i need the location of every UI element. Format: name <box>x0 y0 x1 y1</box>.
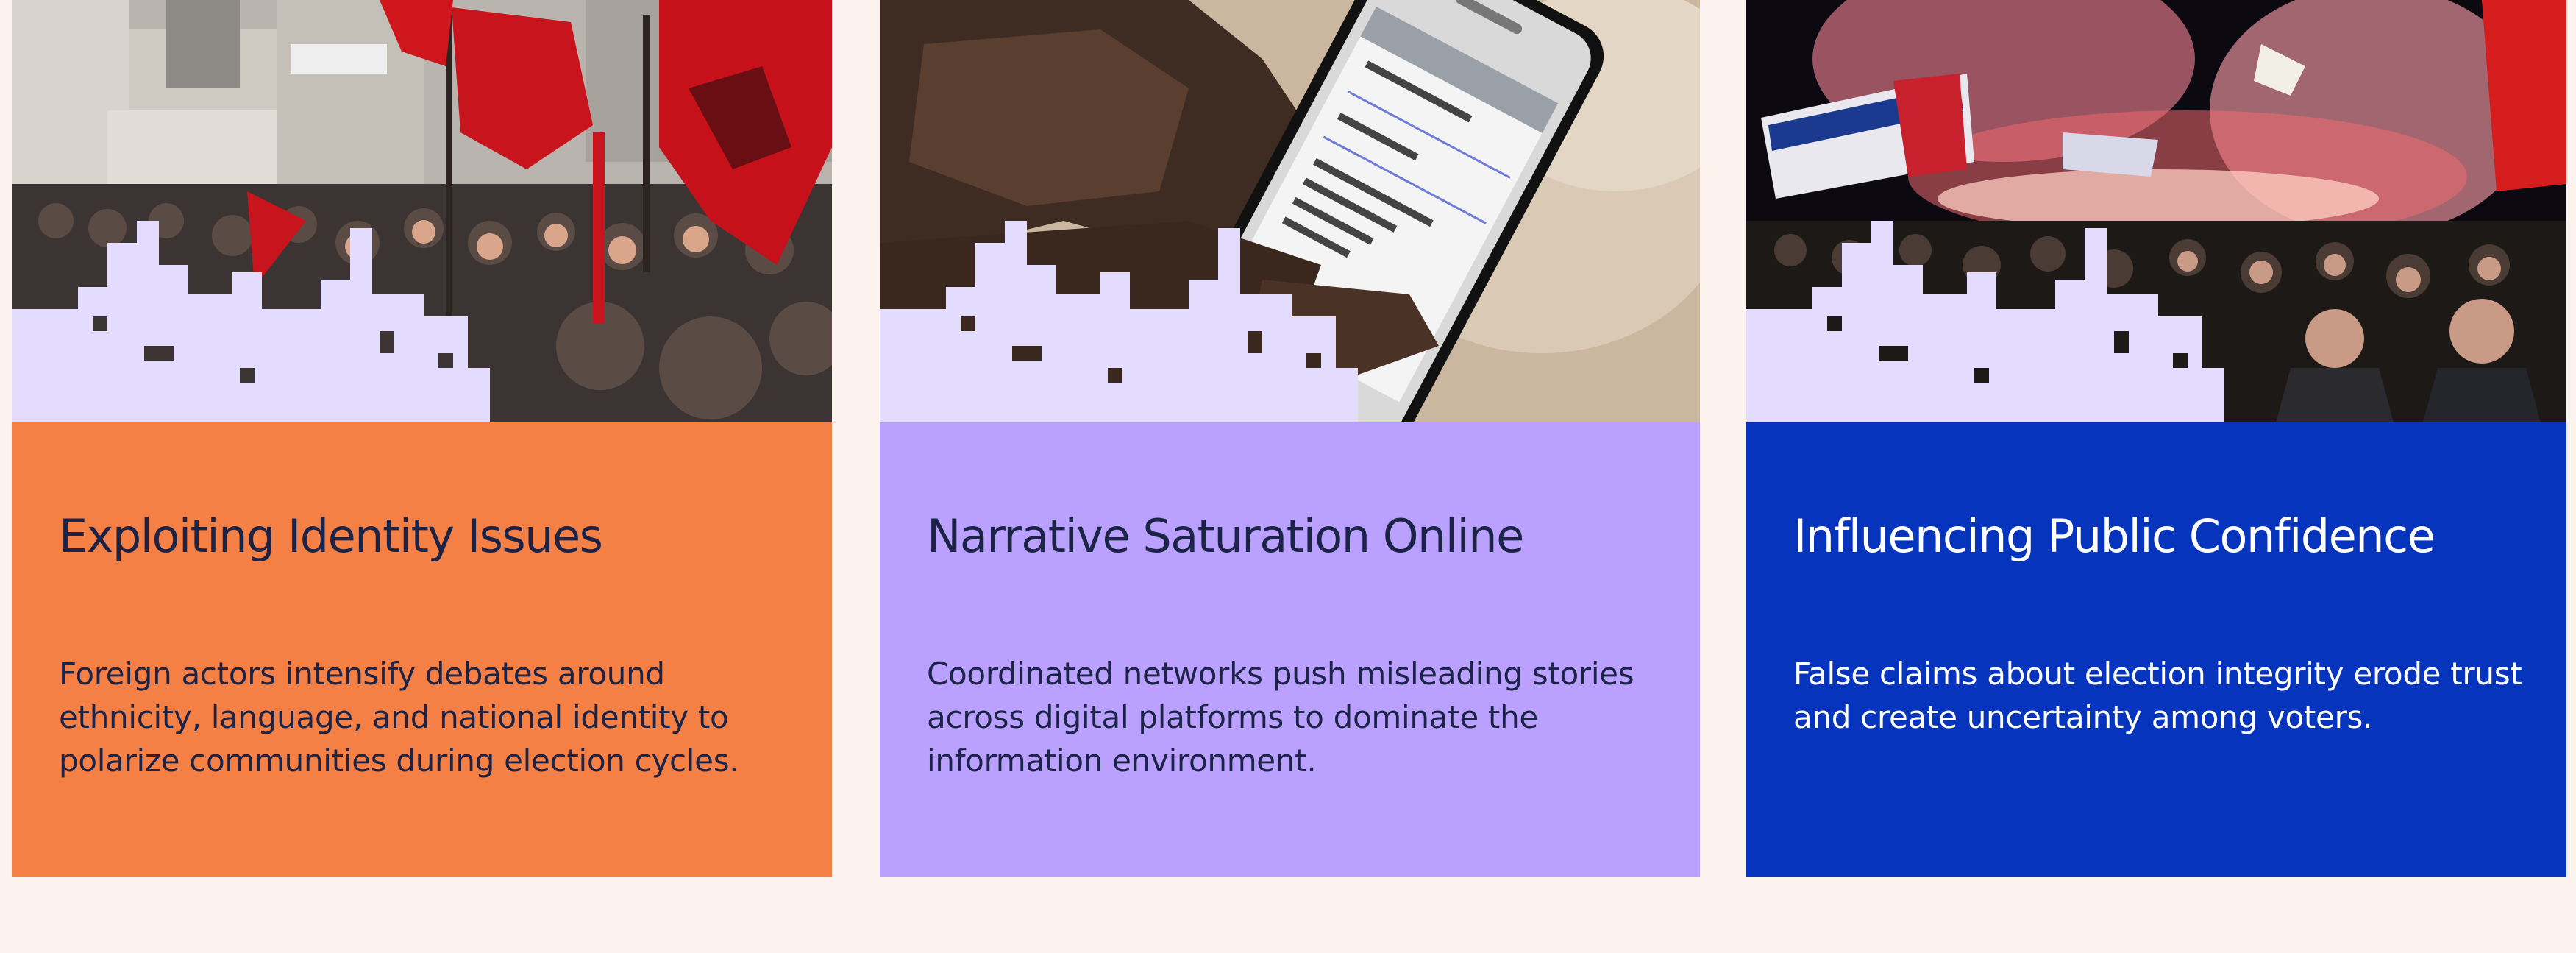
card-public-confidence: Influencing Public Confidence False clai… <box>1746 0 2566 877</box>
card-text-panel: Exploiting Identity Issues Foreign actor… <box>12 422 832 877</box>
card-title: Exploiting Identity Issues <box>59 509 603 563</box>
card-description: Coordinated networks push misleading sto… <box>927 656 1634 779</box>
card-title: Influencing Public Confidence <box>1793 509 2436 563</box>
card-image <box>1746 0 2566 422</box>
card-title: Narrative Saturation Online <box>927 509 1524 563</box>
card-identity-issues: Exploiting Identity Issues Foreign actor… <box>12 0 832 877</box>
card-description: Foreign actors intensify debates around … <box>59 656 739 779</box>
card-text-panel: Influencing Public Confidence False clai… <box>1746 422 2566 877</box>
card-image <box>12 0 832 422</box>
pixel-skyline-overlay <box>1746 221 2224 422</box>
pixel-skyline-overlay <box>12 221 490 422</box>
card-image <box>880 0 1700 422</box>
card-description: False claims about election integrity er… <box>1793 656 2522 735</box>
card-narrative-saturation: Narrative Saturation Online Coordinated … <box>880 0 1700 877</box>
pixel-skyline-overlay <box>880 221 1358 422</box>
card-text-panel: Narrative Saturation Online Coordinated … <box>880 422 1700 877</box>
